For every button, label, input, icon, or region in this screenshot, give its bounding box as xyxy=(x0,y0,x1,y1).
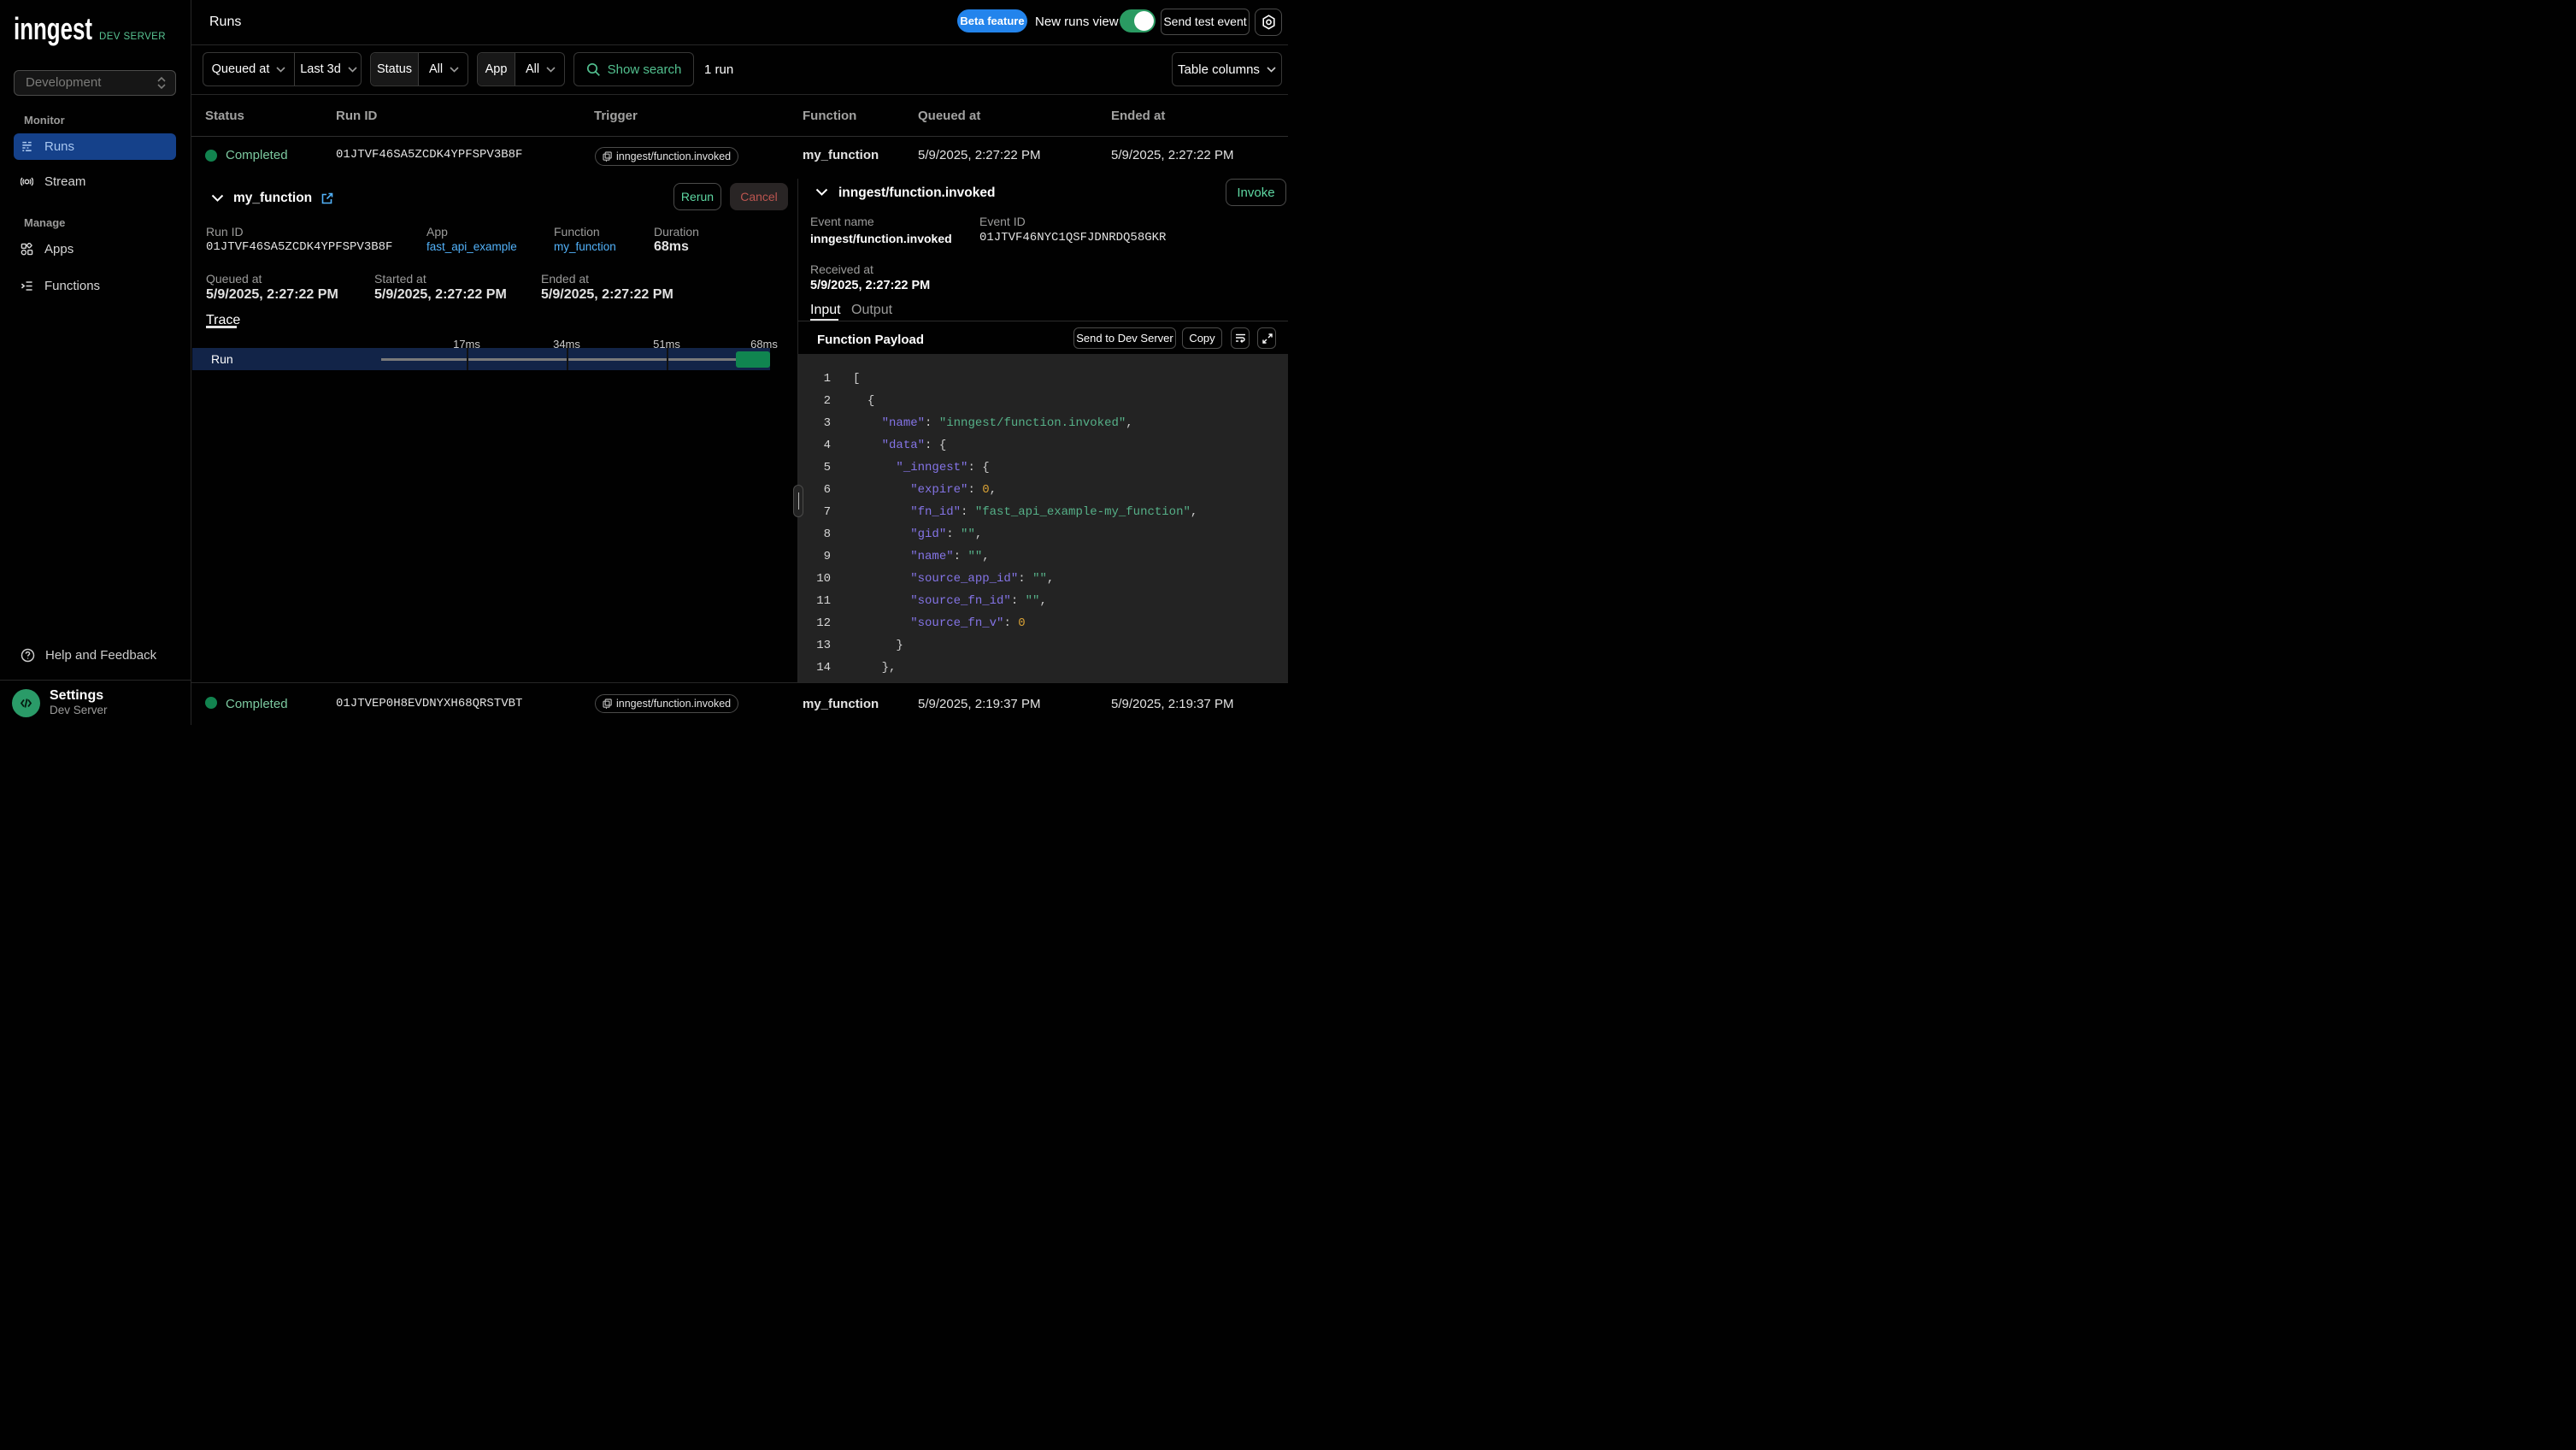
svg-text:inngest: inngest xyxy=(14,12,92,46)
